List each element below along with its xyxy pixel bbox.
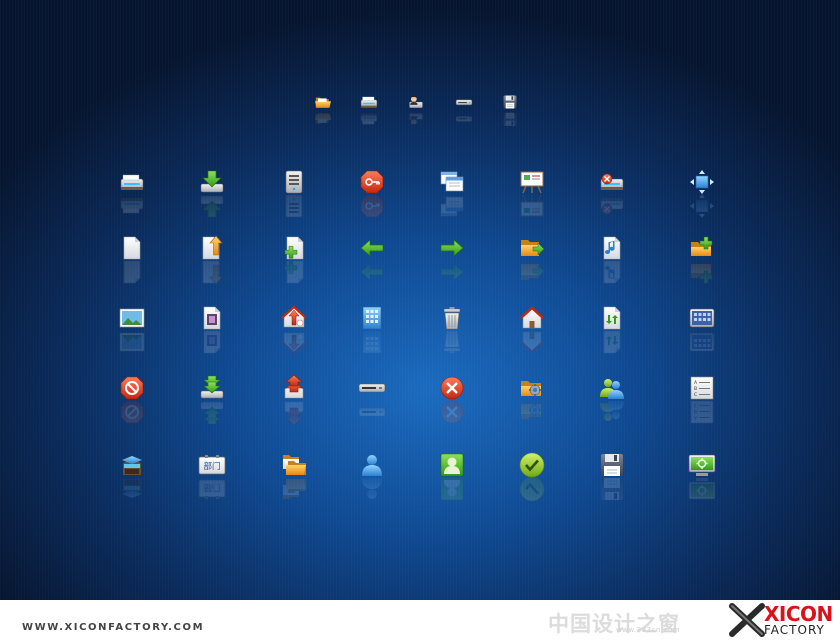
server-icon	[285, 170, 303, 218]
floppy-save-icon	[600, 453, 624, 501]
user-badge-icon	[440, 453, 464, 501]
close-circle-icon	[439, 375, 465, 425]
scanner-device-icon	[360, 96, 378, 125]
document-refresh-icon	[604, 307, 620, 353]
scanner-icon	[120, 174, 144, 214]
list-document-icon	[690, 376, 714, 424]
monitor-settings-icon	[688, 454, 716, 500]
brand-subtitle: FACTORY	[764, 623, 825, 637]
floppy-disk-icon	[503, 95, 517, 127]
user-card-icon	[409, 95, 423, 127]
user-icon	[362, 455, 382, 499]
document-upload-icon	[203, 236, 222, 284]
building-icon	[362, 306, 382, 354]
icon-showcase-background: A B C 部门	[0, 0, 840, 600]
site-url-text[interactable]: WWW.XICONFACTORY.COM	[22, 622, 204, 633]
grid-panel-icon	[689, 308, 715, 352]
stacked-windows-icon	[440, 171, 464, 217]
arrow-left-icon	[360, 239, 384, 281]
watermark-url-text: www.333cn.com	[616, 626, 681, 634]
department-sign-icon	[198, 454, 226, 500]
folder-settings-icon	[520, 380, 542, 420]
landscape-image-icon	[119, 308, 145, 352]
stop-sign-key-icon	[360, 170, 384, 218]
drive-slot-icon	[455, 99, 473, 122]
footer-bar: WWW.XICONFACTORY.COM 中国设计之窗 www.333cn.co…	[0, 600, 840, 640]
folder-open-icon	[315, 97, 331, 124]
document-add-icon	[285, 237, 303, 283]
forbidden-icon	[120, 376, 144, 424]
double-upload-icon	[284, 374, 304, 426]
scanner-error-icon	[600, 173, 624, 215]
package-box-icon	[122, 456, 142, 498]
music-document-icon	[604, 237, 620, 283]
folder-export-icon	[520, 239, 545, 281]
trash-can-icon	[443, 306, 461, 354]
folder-add-icon	[690, 236, 713, 284]
presentation-board-icon	[520, 171, 544, 217]
home-upload-icon	[280, 305, 308, 355]
icon-canvas: A B C 部门	[119, 95, 716, 503]
check-circle-icon	[518, 451, 546, 503]
double-download-icon	[200, 375, 224, 425]
download-to-tray-icon	[200, 170, 224, 218]
home-icon	[519, 306, 545, 354]
resize-move-icon	[689, 169, 715, 219]
user-group-icon	[600, 379, 624, 421]
folders-icon	[283, 455, 306, 499]
optical-drive-icon	[358, 383, 386, 417]
film-document-icon	[204, 307, 220, 353]
blank-document-icon	[123, 236, 141, 284]
arrow-right-icon	[440, 239, 464, 281]
xicon-logo-icon	[729, 603, 765, 637]
